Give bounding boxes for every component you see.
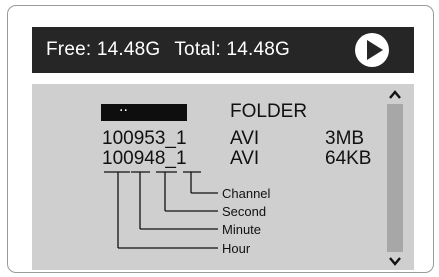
legend-hour: Hour xyxy=(222,241,251,256)
filename-legend-lines xyxy=(104,171,218,249)
legend-minute: Minute xyxy=(222,222,262,237)
legend-second: Second xyxy=(222,204,267,219)
legend-channel: Channel xyxy=(222,186,271,201)
